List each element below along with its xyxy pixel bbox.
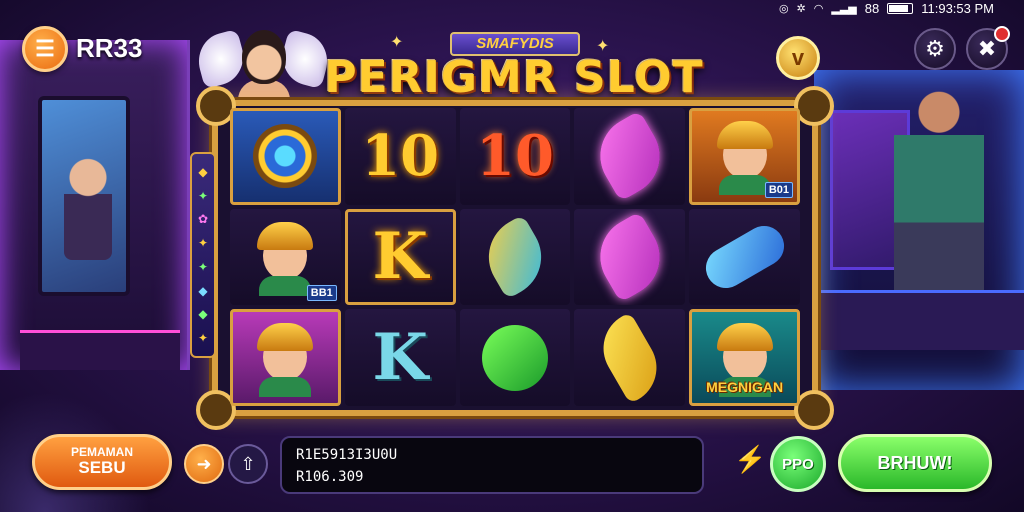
upload-button[interactable]: ⇧ [228, 444, 268, 484]
background-arcade-right [814, 70, 1024, 390]
arcade-gamer-image [894, 80, 984, 310]
ribbon-magenta-symbol [585, 211, 675, 303]
hamburger-icon: ☰ [35, 36, 55, 61]
ribbon-yellow-symbol [589, 311, 670, 404]
frame-ornament [794, 390, 834, 430]
payline-marker: ✦ [197, 236, 209, 251]
payline-marker: ◆ [198, 283, 208, 298]
signal-text: 88 [864, 0, 880, 16]
payline-marker: ✦ [197, 331, 209, 346]
reel-cell: K [344, 208, 456, 306]
symbol-tag: BB1 [306, 285, 337, 302]
auto-button[interactable]: PPO [770, 436, 826, 492]
alarm-icon: ◎ [778, 2, 789, 15]
reel-cell: 10 [459, 108, 571, 205]
king-teal-symbol: K [372, 319, 428, 395]
compass-symbol [253, 124, 318, 189]
upload-icon: ⇧ [240, 453, 256, 474]
close-icon: ✖ [977, 36, 997, 61]
arcade-player-image [64, 150, 112, 260]
reel-cell [459, 309, 571, 406]
warrior-symbol [249, 218, 321, 296]
g-green-symbol [481, 324, 548, 391]
notification-dot [994, 26, 1010, 42]
arcade-panel [20, 330, 180, 370]
paylines-strip: ◆ ✦ ✿ ✦ ✦ ◆ ◆ ✦ [190, 152, 216, 358]
bolt-icon[interactable]: ⚡ [734, 444, 766, 475]
reel-cell [230, 108, 341, 205]
reel-cell [574, 309, 686, 406]
reel-cell: B01 [689, 108, 800, 205]
payline-marker: ◆ [198, 307, 208, 322]
settings-button[interactable]: ⚙ [914, 28, 956, 70]
payline-marker: ✦ [197, 188, 209, 203]
status-bar: ◎ ✲ ◠ ▂▃▅ 88 11:93:53 PM [779, 0, 994, 16]
symbol-label: MEGNIGAN [706, 378, 784, 395]
reel-cell: BB1 [230, 208, 341, 306]
arcade-desk [814, 290, 1024, 350]
reel-cell [459, 208, 571, 306]
king-gold-symbol: K [372, 218, 428, 294]
ten-red-symbol: 10 [476, 123, 554, 190]
sparkle-icon: ✦ [596, 38, 610, 55]
info-display: R1E5913I3U0U R106.309 [280, 436, 704, 494]
clock: 11:93:53 PM [921, 0, 994, 16]
spin-button[interactable]: BRHUW! [838, 434, 992, 492]
info-line-1: R1E5913I3U0U [296, 447, 398, 463]
payline-marker: ◆ [198, 164, 208, 179]
reel-cell: 10 [344, 108, 456, 205]
frame-ornament [794, 86, 834, 126]
reel-cell [689, 208, 800, 306]
slot-reels: 10 10 B01 BB1 K K MEGNIGAN [230, 108, 800, 406]
settings-small-icon: ✲ [796, 2, 806, 15]
ten-gold-symbol: 10 [361, 123, 440, 190]
info-line-2: R106.309 [296, 469, 364, 485]
signal-icon: ▂▃▅ [831, 2, 857, 15]
ribbon-mixed-symbol [474, 214, 556, 300]
gear-icon: ⚙ [925, 36, 945, 61]
coin-icon[interactable]: v [776, 36, 820, 80]
reel-cell [574, 208, 686, 306]
brand-label: RR33 [76, 33, 143, 63]
sparkle-icon: ✦ [390, 34, 404, 51]
symbol-tag: B01 [764, 181, 793, 198]
wifi-icon: ◠ [813, 2, 824, 15]
next-button[interactable]: ➜ [184, 444, 224, 484]
payline-marker: ✿ [197, 212, 209, 227]
helmet-hero-symbol [249, 319, 321, 397]
ribbon-pink-symbol [585, 110, 675, 203]
bet-button[interactable]: PEMAMAN SEBU [32, 434, 172, 490]
reel-cell: MEGNIGAN [689, 309, 800, 406]
menu-button[interactable]: ☰ [22, 26, 68, 72]
arcade-screen [38, 96, 130, 296]
payline-marker: ✦ [197, 259, 209, 274]
reel-cell [230, 309, 341, 406]
background-arcade-left [0, 40, 190, 370]
close-button[interactable]: ✖ [966, 26, 1010, 70]
arrow-right-icon: ➜ [196, 453, 212, 474]
reel-cell [574, 108, 686, 205]
battery-icon [887, 2, 914, 14]
angel-head [242, 30, 286, 84]
reel-cell: K [344, 309, 456, 406]
game-title: SMAFYDIS PERIGMR SLOT ✦ ✦ [300, 30, 720, 110]
title-main: PERIGMR SLOT [324, 52, 704, 103]
ring-blue-symbol [698, 218, 791, 296]
